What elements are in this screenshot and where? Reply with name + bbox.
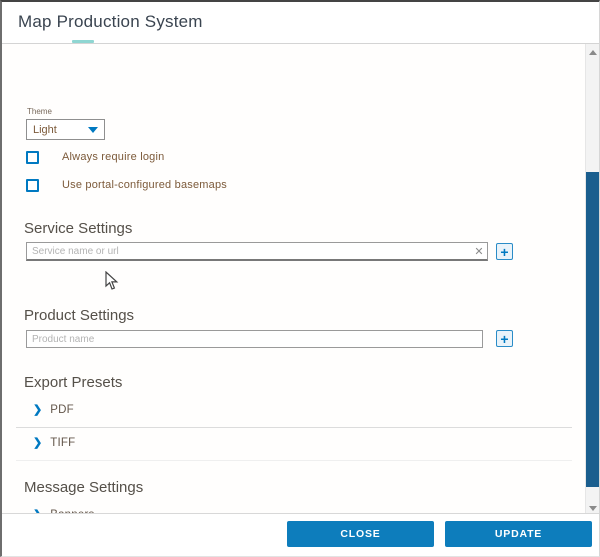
always-require-login-row: Always require login xyxy=(26,150,164,164)
dialog-title: Map Production System xyxy=(18,12,203,32)
theme-select[interactable]: Light xyxy=(26,119,105,140)
preset-divider xyxy=(16,427,572,428)
theme-select-value: Light xyxy=(33,124,88,136)
service-settings-heading: Service Settings xyxy=(24,220,132,237)
portal-basemaps-row: Use portal-configured basemaps xyxy=(26,178,227,192)
scroll-up-icon[interactable] xyxy=(589,50,597,55)
vertical-scrollbar[interactable] xyxy=(585,44,599,516)
service-name-input[interactable] xyxy=(26,242,488,261)
scrolled-element-fragment xyxy=(72,40,94,43)
preset-pdf-label: PDF xyxy=(50,404,74,416)
portal-basemaps-checkbox[interactable] xyxy=(26,179,39,192)
settings-dialog: Map Production System Theme Light Always… xyxy=(0,0,600,557)
update-button[interactable]: UPDATE xyxy=(445,521,592,547)
add-service-button[interactable]: + xyxy=(496,243,513,260)
clear-icon[interactable]: ✕ xyxy=(472,245,486,259)
close-button[interactable]: CLOSE xyxy=(287,521,434,547)
product-settings-heading: Product Settings xyxy=(24,307,134,324)
add-product-button[interactable]: + xyxy=(496,330,513,347)
scrollbar-thumb[interactable] xyxy=(586,172,600,487)
title-bar: Map Production System xyxy=(2,2,599,43)
export-preset-tiff[interactable]: ❯ TIFF xyxy=(33,435,75,451)
mouse-cursor-icon xyxy=(105,271,119,290)
preset-tiff-label: TIFF xyxy=(50,437,75,449)
product-name-input[interactable] xyxy=(26,330,483,348)
portal-basemaps-label: Use portal-configured basemaps xyxy=(62,179,227,191)
always-require-login-label: Always require login xyxy=(62,151,164,163)
preset-divider xyxy=(16,460,572,461)
export-preset-pdf[interactable]: ❯ PDF xyxy=(33,402,74,418)
scroll-down-icon[interactable] xyxy=(589,506,597,511)
export-presets-heading: Export Presets xyxy=(24,374,122,391)
chevron-right-icon: ❯ xyxy=(33,403,42,417)
chevron-right-icon: ❯ xyxy=(33,436,42,450)
always-require-login-checkbox[interactable] xyxy=(26,151,39,164)
caret-down-icon xyxy=(88,127,98,133)
dialog-footer: CLOSE UPDATE xyxy=(2,513,599,556)
message-settings-heading: Message Settings xyxy=(24,479,143,496)
dialog-content: Theme Light Always require login Use por… xyxy=(2,44,585,513)
theme-label: Theme xyxy=(27,107,52,116)
